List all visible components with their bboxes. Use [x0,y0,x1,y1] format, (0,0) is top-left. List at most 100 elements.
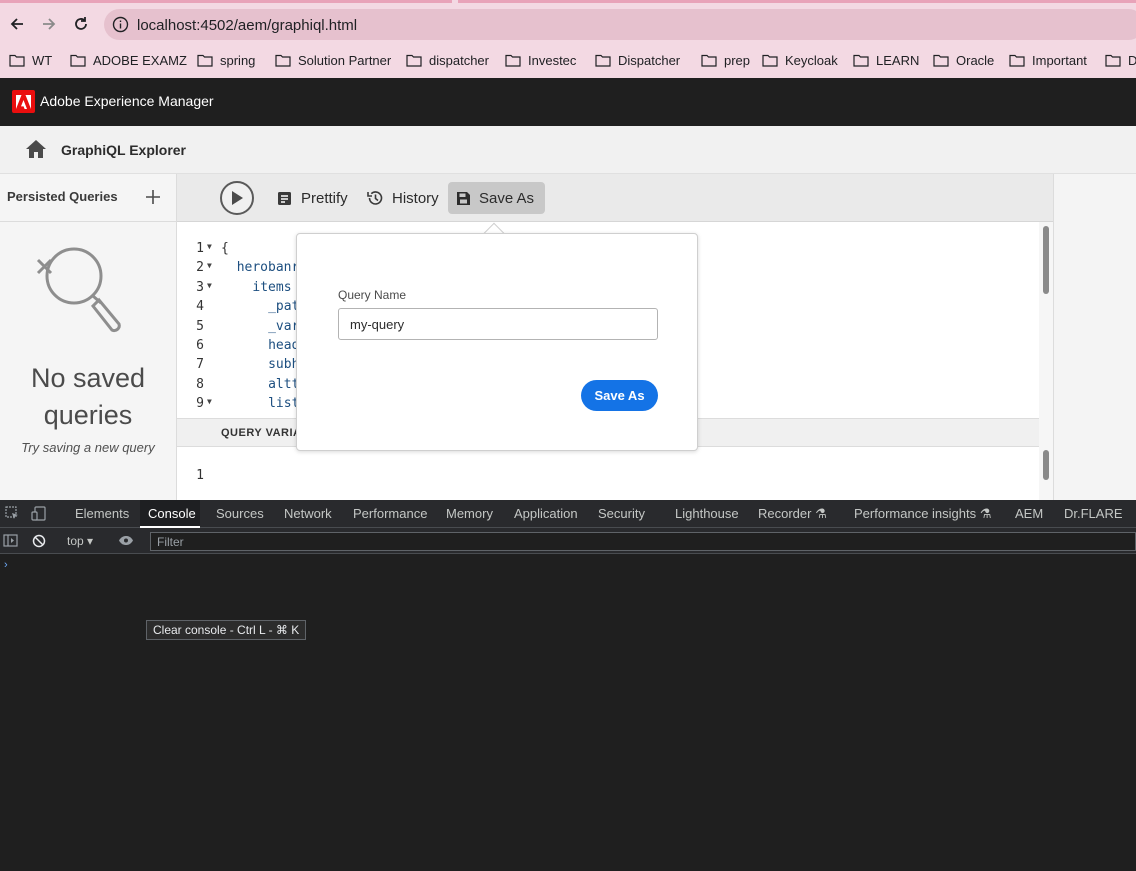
devtools-tab[interactable]: Application [514,506,578,521]
save-as-button[interactable]: Save As [581,380,658,411]
variables-scroll-thumb[interactable] [1043,450,1049,480]
query-name-input[interactable] [338,308,658,340]
bookmark-item[interactable]: spring [197,51,255,69]
devtools-tab[interactable]: Memory [446,506,493,521]
bookmark-label: dispatcher [429,52,489,68]
line-number: 5 [196,318,204,334]
play-icon [232,191,243,205]
run-query-button[interactable] [220,181,254,215]
devtools-panel: Elements Console Sources Network Performance… [0,500,1136,871]
devtools-tab-bar: Elements Console Sources Network Performance… [0,500,1136,528]
folder-icon [1009,54,1025,67]
add-query-icon[interactable] [144,188,162,206]
bookmark-item[interactable]: prep [701,51,750,69]
devtools-tab[interactable]: Recorder ⚗ [758,506,827,522]
history-button[interactable]: History [358,182,447,214]
folder-icon [762,54,778,67]
devtools-tab[interactable]: Lighthouse [675,506,739,521]
bookmark-item[interactable]: LEARN [853,51,919,69]
devtools-tab[interactable]: Network [284,506,332,521]
bookmark-label: WT [32,52,53,68]
live-expression-eye-icon[interactable] [118,535,134,546]
code-text: _var [268,318,300,334]
folder-icon [933,54,949,67]
bookmark-item[interactable]: Solution Partner [275,51,391,69]
editor-scroll-thumb[interactable] [1043,226,1049,294]
inspect-element-icon[interactable] [5,506,19,520]
code-text: subh [268,357,300,373]
reload-icon [75,17,87,30]
adobe-logo-icon[interactable] [12,90,35,113]
persisted-queries-header: Persisted Queries [0,174,176,222]
devtools-tab[interactable]: Console [148,506,196,521]
bookmark-item[interactable]: Important [1009,51,1087,69]
save-icon [457,191,470,205]
prettify-button[interactable]: Prettify [269,182,356,214]
editor-scrollbar[interactable] [1039,222,1053,500]
devtools-tab[interactable]: Security [598,506,645,521]
empty-state-subtitle: Try saving a new query [21,440,155,455]
bookmark-item[interactable]: WT [9,51,52,69]
bookmark-label: Di [1128,52,1136,68]
history-label: History [392,189,439,207]
query-toolbar: Prettify History Save As [177,174,1053,222]
folder-icon [701,54,717,67]
url-text: localhost:4502/aem/graphiql.html [137,17,358,34]
bookmark-label: Dispatcher [618,52,681,68]
context-selector[interactable]: top ▾ [67,534,93,548]
fold-toggle-icon[interactable]: ▼ [207,242,212,251]
save-as-label: Save As [479,189,535,207]
forward-button[interactable] [36,11,62,37]
folder-icon [1105,54,1121,67]
fold-toggle-icon[interactable]: ▼ [207,281,212,290]
devtools-tab[interactable]: Performance [353,506,427,521]
home-icon[interactable] [25,139,47,159]
devtools-tab[interactable]: Sources [216,506,264,521]
context-selector-label: top [67,534,84,548]
bookmark-item[interactable]: ADOBE EXAMZ [70,51,187,69]
console-toolbar: top ▾ Filter [0,528,1136,554]
prettify-icon [278,191,291,205]
devtools-tab[interactable]: AEM [1015,506,1043,521]
code-text: list [268,396,300,412]
bookmark-label: Solution Partner [298,52,392,68]
devtools-tab[interactable]: Elements [75,506,129,521]
line-number: 6 [196,338,204,353]
clear-console-tooltip: Clear console - Ctrl L - ⌘ K [146,620,307,640]
bookmark-item[interactable]: Di [1105,51,1136,69]
save-as-toolbar-button[interactable]: Save As [448,182,545,214]
code-text: items [252,279,292,295]
sidebar-toggle-icon[interactable] [3,534,18,547]
console-output[interactable]: › [0,554,1136,871]
persisted-queries-panel: Persisted Queries No saved queries Try s… [0,174,177,500]
code-text: _pat [268,299,300,315]
reload-button[interactable] [68,11,94,37]
product-name[interactable]: Adobe Experience Manager [40,93,214,109]
line-number: 3 [196,279,204,295]
code-text: head [268,338,300,353]
device-toolbar-icon[interactable] [31,506,46,521]
variables-line-number: 1 [196,468,204,483]
bookmark-label: LEARN [876,52,920,68]
fold-toggle-icon[interactable]: ▼ [207,397,212,406]
devtools-tab[interactable]: Performance insights ⚗ [854,506,991,522]
bookmark-item[interactable]: Dispatcher [595,51,680,69]
address-bar[interactable]: localhost:4502/aem/graphiql.html [104,9,1136,40]
console-filter-input[interactable]: Filter [150,532,1136,551]
variables-editor[interactable]: 1 [177,447,1039,500]
bookmark-item[interactable]: Investec [505,51,576,69]
devtools-tab[interactable]: Dr.FLARE [1064,506,1123,521]
bookmark-item[interactable]: Oracle [933,51,994,69]
console-prompt[interactable]: › [4,559,8,571]
site-info-icon[interactable] [112,16,129,33]
browser-toolbar: localhost:4502/aem/graphiql.html WT ADOBE… [0,3,1136,78]
line-number: 1 [196,241,204,256]
empty-search-illustration-icon [36,247,121,332]
fold-toggle-icon[interactable]: ▼ [207,261,212,270]
bookmark-item[interactable]: dispatcher [406,51,489,69]
clear-console-icon[interactable] [32,534,46,548]
empty-state-title: No saved queries [30,363,146,430]
bookmark-item[interactable]: Keycloak [762,51,838,69]
back-button[interactable] [4,11,30,37]
line-number: 8 [196,376,204,392]
